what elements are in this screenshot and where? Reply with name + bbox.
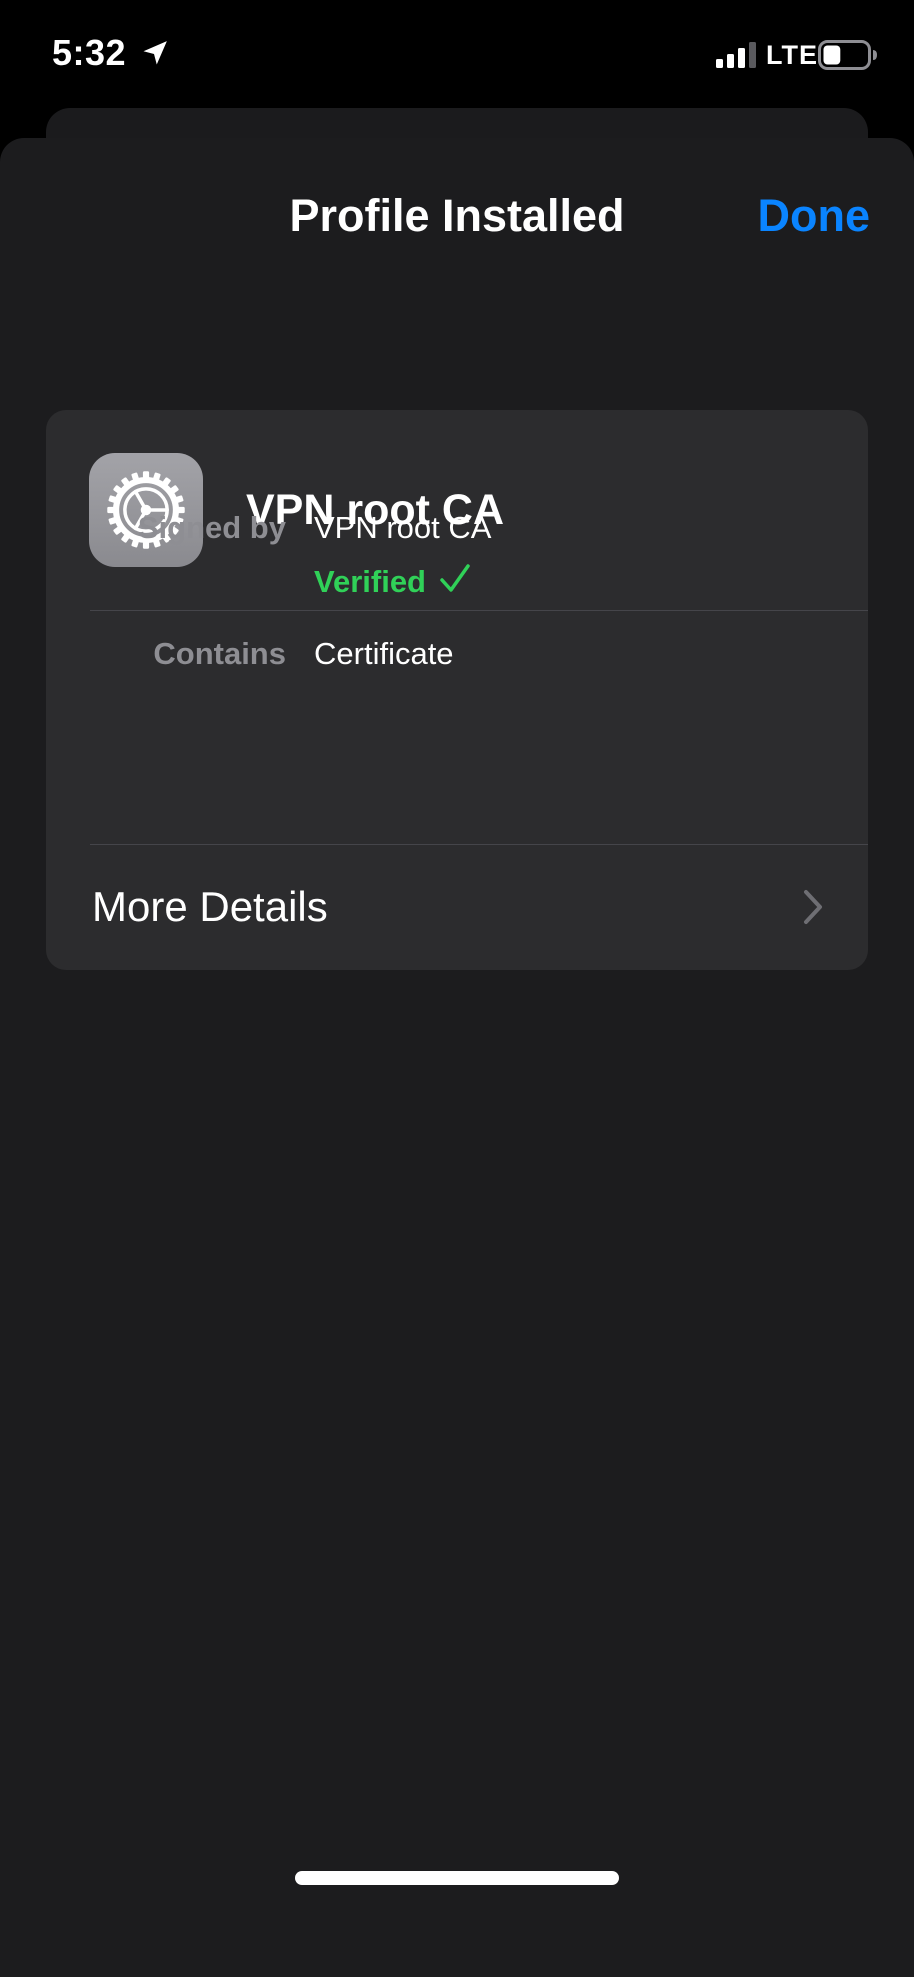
nav-title: Profile Installed bbox=[289, 190, 625, 241]
checkmark-icon bbox=[440, 564, 470, 592]
cellular-signal-icon bbox=[716, 42, 756, 68]
contains-label: Contains bbox=[153, 636, 286, 671]
more-details-row[interactable]: More Details bbox=[46, 845, 868, 968]
status-bar: 5:32 LTE bbox=[0, 0, 914, 112]
battery-icon bbox=[818, 40, 877, 70]
more-details-label: More Details bbox=[92, 883, 328, 930]
status-time: 5:32 bbox=[52, 32, 127, 73]
battery-fill bbox=[823, 45, 841, 65]
verified-label: Verified bbox=[314, 564, 426, 599]
home-indicator[interactable] bbox=[295, 1871, 619, 1885]
verified-status: Verified bbox=[314, 562, 472, 600]
chevron-right-icon bbox=[804, 890, 822, 924]
signed-by-value: VPN root CA bbox=[314, 510, 492, 545]
screen: 5:32 LTE Profile Installed Done VPN root… bbox=[0, 0, 914, 1977]
location-arrow-icon bbox=[143, 41, 167, 65]
profile-sheet: Profile Installed Done VPN root CA Signe… bbox=[0, 138, 914, 1977]
done-button[interactable]: Done bbox=[758, 190, 871, 242]
network-label: LTE bbox=[766, 40, 818, 70]
signed-by-label: Signed by bbox=[137, 510, 286, 545]
contains-value: Certificate bbox=[314, 636, 454, 671]
divider bbox=[90, 610, 868, 611]
